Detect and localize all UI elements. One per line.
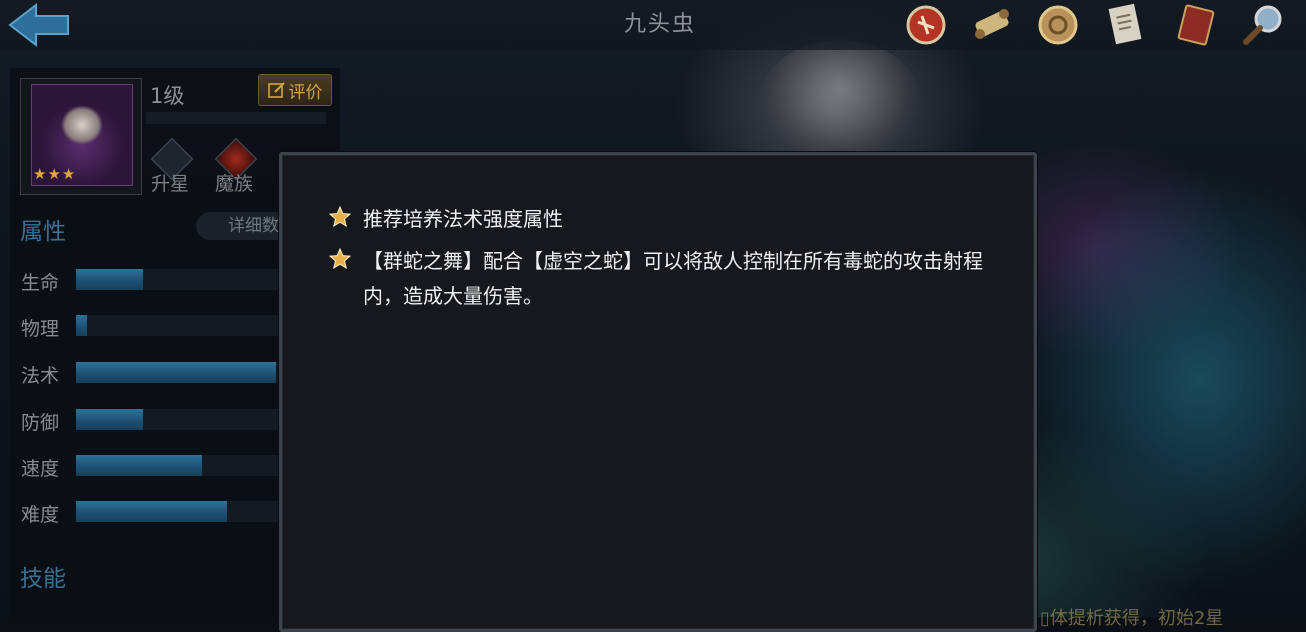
review-button[interactable]: 评价 <box>258 74 332 106</box>
magnifier-button[interactable] <box>1240 2 1288 48</box>
book-icon <box>1177 4 1215 46</box>
tip-item: 【群蛇之舞】配合【虚空之蛇】可以将敌人控制在所有毒蛇的攻击射程内，造成大量伤害。 <box>328 244 983 314</box>
skills-title: 技能 <box>20 566 66 592</box>
document-button[interactable] <box>1102 2 1150 48</box>
attribute-label: 难度 <box>21 504 60 526</box>
star-icon <box>328 205 352 228</box>
star-icon <box>328 247 352 270</box>
tip-text: 推荐培养法术强度属性 <box>363 207 563 231</box>
upgrade-star-label: 升星 <box>150 173 189 195</box>
attributes-title: 属性 <box>20 219 66 245</box>
level-progress-track <box>146 112 326 124</box>
back-button[interactable] <box>6 2 72 48</box>
magnifier-icon <box>1243 5 1282 45</box>
upgrade-star-badge[interactable]: 升星 <box>145 137 195 195</box>
race-badge[interactable]: 魔族 <box>209 137 259 195</box>
edit-icon <box>267 82 285 98</box>
scroll-icon <box>975 9 1009 39</box>
hero-star-rating: ★★★ <box>33 165 77 183</box>
attribute-label: 生命 <box>21 272 60 294</box>
hero-level: 1级 <box>150 84 185 108</box>
attribute-label: 物理 <box>21 318 60 340</box>
document-icon <box>1108 3 1142 45</box>
attribute-bar-fill <box>76 409 143 430</box>
page-title: 九头虫 <box>623 12 696 37</box>
review-label: 评价 <box>288 82 323 103</box>
attribute-bar-fill <box>76 315 87 336</box>
race-label: 魔族 <box>214 173 253 195</box>
attribute-label: 法术 <box>21 365 60 387</box>
attribute-label: 速度 <box>21 458 60 480</box>
attribute-bar-fill <box>76 269 143 290</box>
attribute-bar-track <box>76 315 286 336</box>
attribute-bar-fill <box>76 455 202 476</box>
obtain-hint-text: ▯体提析获得，初始2星 <box>1040 608 1224 629</box>
tip-text: 【群蛇之舞】配合【虚空之蛇】可以将敌人控制在所有毒蛇的攻击射程内，造成大量伤害。 <box>363 249 983 308</box>
tip-item: 推荐培养法术强度属性 <box>328 202 983 237</box>
war-drum-icon <box>906 5 946 45</box>
top-bar: 九头虫 <box>0 0 1306 50</box>
scroll-button[interactable] <box>968 2 1016 48</box>
coin-button[interactable] <box>1034 2 1082 48</box>
war-drum-button[interactable] <box>902 2 950 48</box>
book-button[interactable] <box>1172 2 1220 48</box>
tips-popup: 推荐培养法术强度属性 【群蛇之舞】配合【虚空之蛇】可以将敌人控制在所有毒蛇的攻击… <box>279 152 1037 632</box>
coin-icon <box>1038 5 1078 45</box>
attribute-bar-fill <box>76 501 227 522</box>
attribute-label: 防御 <box>21 412 60 434</box>
hero-artwork <box>760 40 920 160</box>
back-arrow-icon <box>8 2 69 48</box>
attribute-bar-fill <box>76 362 276 383</box>
